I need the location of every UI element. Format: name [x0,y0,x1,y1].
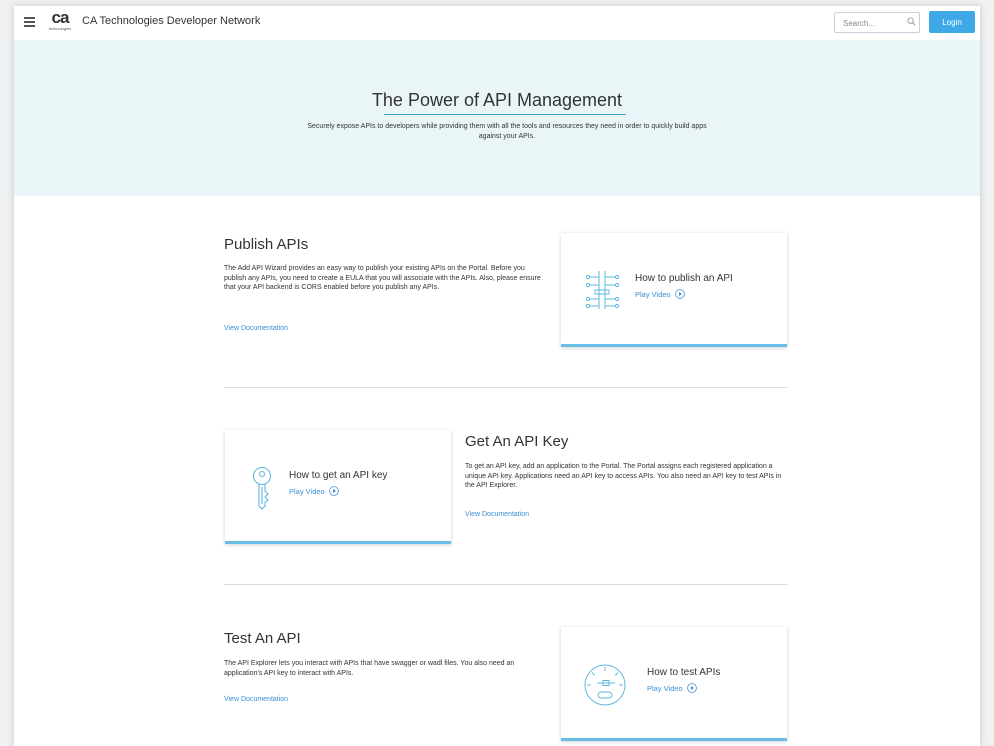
play-icon [674,289,685,299]
play-icon [328,486,339,496]
play-video-link-test[interactable]: Play Video [647,683,697,693]
section-text-publish: The Add API Wizard provides an easy way … [224,265,541,291]
play-video-label: Play Video [647,683,683,693]
gauge-icon [584,664,626,706]
key-icon [252,466,272,510]
video-card-test[interactable]: How to test APIs Play Video [561,627,787,741]
play-video-label: Play Video [289,486,325,496]
play-video-label: Play Video [635,289,671,299]
video-card-publish[interactable]: How to publish an API Play Video [561,233,787,347]
section-text-api-key: To get an API key, add an application to… [465,463,782,489]
hero-subtitle: Securely expose APIs to developers while… [307,123,707,140]
section-title-publish: Publish APIs [224,236,309,253]
play-video-link-api-key[interactable]: Play Video [289,486,339,496]
app-title: CA Technologies Developer Network [82,15,261,27]
ca-logo[interactable]: ca technologies [46,9,74,35]
logo-subtext: technologies [48,26,72,31]
view-documentation-link-api-key[interactable]: View Documentation [465,511,529,518]
login-button[interactable]: Login [929,11,975,33]
play-video-link-publish[interactable]: Play Video [635,289,685,299]
view-documentation-link-test[interactable]: View Documentation [224,696,288,703]
card-title-test: How to test APIs [647,667,721,678]
view-documentation-link-publish[interactable]: View Documentation [224,325,288,332]
section-title-test: Test An API [224,630,301,647]
card-title-api-key: How to get an API key [289,470,388,481]
play-icon [686,683,697,693]
search-icon[interactable] [907,17,916,26]
logo-text: ca [51,8,70,27]
hero-banner: The Power of API Management Securely exp… [14,40,980,196]
section-title-api-key: Get An API Key [465,433,569,450]
hamburger-menu-icon[interactable] [24,17,35,27]
top-nav-bar: ca technologies CA Technologies Develope… [14,6,980,40]
section-divider [224,387,788,388]
hero-title-underline [384,114,626,115]
circuit-icon [585,271,620,309]
section-text-test: The API Explorer lets you interact with … [224,660,515,677]
hero-title: The Power of API Management [371,90,623,110]
video-card-api-key[interactable]: How to get an API key Play Video [225,430,451,544]
section-divider [224,584,788,585]
browser-window: ca technologies CA Technologies Develope… [14,6,980,746]
card-title-publish: How to publish an API [635,273,733,284]
